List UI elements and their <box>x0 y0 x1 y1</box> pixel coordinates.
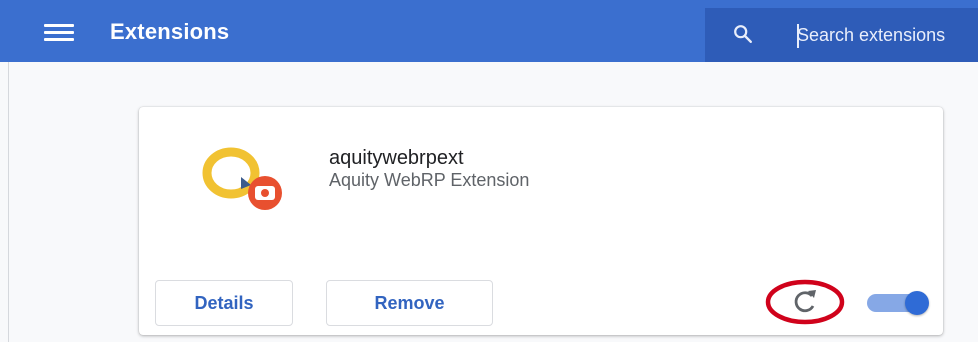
extension-description: Aquity WebRP Extension <box>329 170 530 190</box>
toggle-knob[interactable] <box>905 291 929 315</box>
search-input[interactable] <box>797 22 978 48</box>
extension-card: aquitywebrpext Aquity WebRP Extension De… <box>139 107 943 335</box>
page-title: Extensions <box>110 19 230 44</box>
content-divider <box>8 62 9 342</box>
enable-toggle[interactable] <box>861 287 931 317</box>
extension-name: aquitywebrpext <box>329 147 464 169</box>
search-icon[interactable] <box>732 23 754 45</box>
details-button[interactable]: Details <box>155 280 293 326</box>
search-box[interactable] <box>705 8 978 62</box>
hamburger-menu-icon[interactable] <box>44 24 74 42</box>
reload-icon[interactable] <box>763 277 847 327</box>
aquity-webrp-logo-icon <box>202 147 282 210</box>
top-toolbar: Extensions <box>0 0 978 62</box>
remove-button[interactable]: Remove <box>326 280 493 326</box>
